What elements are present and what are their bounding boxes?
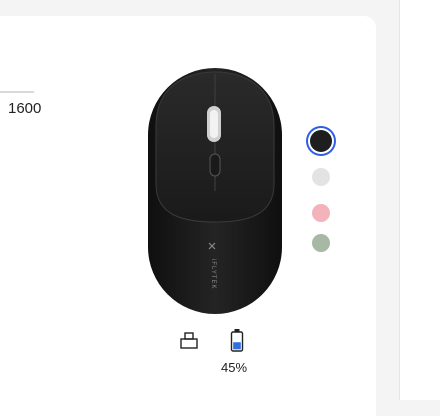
mouse-image: iFLYTEK xyxy=(148,68,282,314)
color-swatch-black[interactable] xyxy=(310,130,332,152)
side-panel xyxy=(399,0,440,400)
battery-percentage: 45% xyxy=(220,360,248,375)
battery-fill xyxy=(233,342,241,350)
svg-text:iFLYTEK: iFLYTEK xyxy=(210,259,216,290)
dpi-value: 1600 xyxy=(8,100,42,117)
battery-icon xyxy=(230,329,244,352)
color-swatch-pink[interactable] xyxy=(312,204,330,222)
usb-receiver-icon xyxy=(180,332,198,349)
color-swatch-light-gray[interactable] xyxy=(312,168,330,186)
color-swatch-sage-green[interactable] xyxy=(312,234,330,252)
dpi-slider-track[interactable] xyxy=(0,91,34,93)
